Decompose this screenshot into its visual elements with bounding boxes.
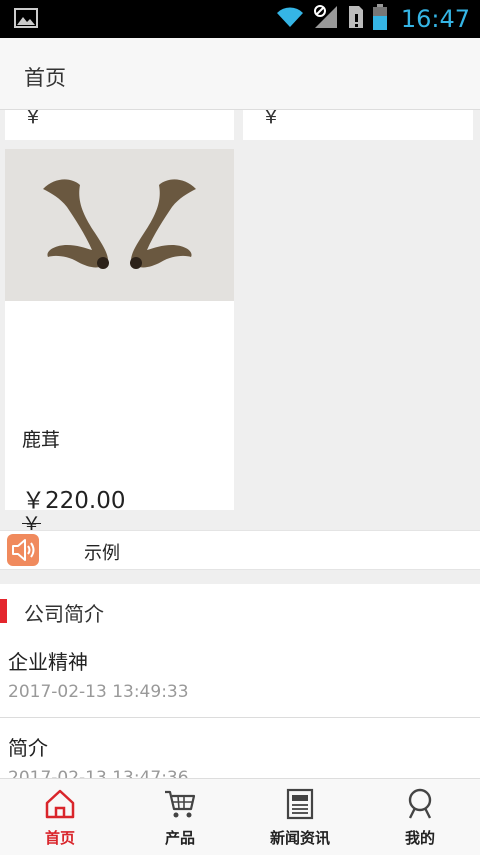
status-bar: 16:47 xyxy=(0,0,480,38)
tab-home[interactable]: 首页 xyxy=(0,779,120,855)
news-icon xyxy=(283,787,317,821)
product-image[interactable] xyxy=(5,149,234,301)
tab-products[interactable]: 产品 xyxy=(120,779,240,855)
product-card[interactable]: 鹿茸 ￥220.00 ￥ xyxy=(5,149,234,535)
speaker-icon xyxy=(7,534,39,566)
price-fragment: ￥ xyxy=(23,110,43,128)
bottom-tab-bar: 首页 产品 新闻资讯 我的 xyxy=(0,778,480,855)
tab-news[interactable]: 新闻资讯 xyxy=(240,779,360,855)
tab-profile[interactable]: 我的 xyxy=(360,779,480,855)
no-signal-icon xyxy=(313,4,339,34)
price-fragment: ￥ xyxy=(261,110,281,128)
tab-label: 我的 xyxy=(404,829,435,847)
company-section: 公司简介 企业精神 2017-02-13 13:49:33 简介 2017-02… xyxy=(0,584,480,778)
news-date: 2017-02-13 13:47:36 xyxy=(8,768,189,778)
home-icon xyxy=(43,787,77,821)
battery-icon xyxy=(372,4,387,34)
app-header: 首页 xyxy=(0,38,480,110)
product-card-partial[interactable]: ￥ xyxy=(243,110,473,140)
tab-label: 产品 xyxy=(164,829,195,847)
main-content[interactable]: ￥ ￥ 鹿茸 ￥220.00 ￥ 示例 公司简介 企业精神 2017-02-13… xyxy=(0,110,480,778)
notice-bar[interactable]: 示例 xyxy=(0,530,480,570)
wifi-icon xyxy=(275,5,305,33)
status-time: 16:47 xyxy=(400,5,470,33)
notice-text[interactable]: 示例 xyxy=(84,539,120,565)
news-item[interactable]: 企业精神 2017-02-13 13:49:33 xyxy=(0,640,480,716)
page-title: 首页 xyxy=(24,66,66,90)
cart-icon xyxy=(163,787,197,821)
news-title: 简介 xyxy=(8,736,48,760)
gallery-icon xyxy=(14,8,38,32)
news-item[interactable]: 简介 2017-02-13 13:47:36 xyxy=(0,726,480,778)
user-icon xyxy=(403,787,437,821)
product-card-partial[interactable]: ￥ xyxy=(5,110,234,140)
section-title: 公司简介 xyxy=(24,602,104,626)
tab-label: 首页 xyxy=(44,829,75,847)
product-name: 鹿茸 xyxy=(22,429,61,451)
tab-label: 新闻资讯 xyxy=(269,829,330,847)
news-title: 企业精神 xyxy=(8,650,88,674)
divider xyxy=(0,717,480,718)
section-accent-bar xyxy=(0,599,7,623)
sim-alert-icon xyxy=(347,4,365,34)
news-date: 2017-02-13 13:49:33 xyxy=(8,682,189,702)
